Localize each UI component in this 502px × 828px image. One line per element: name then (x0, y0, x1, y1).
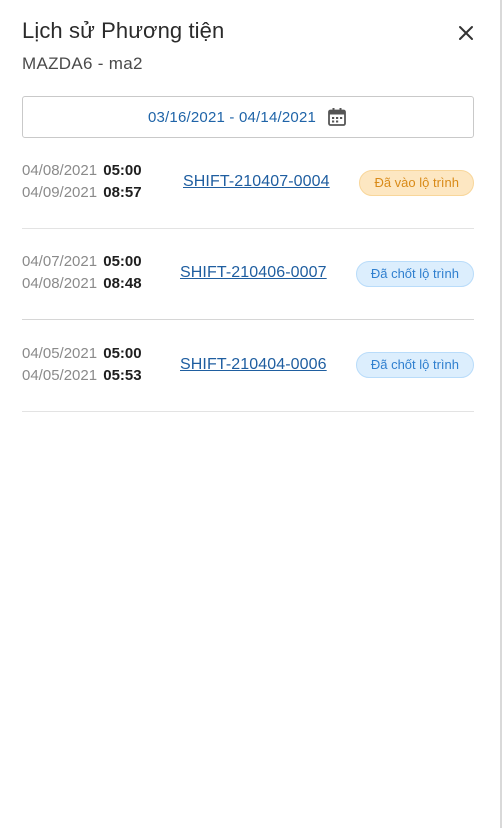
close-button[interactable] (455, 22, 477, 44)
end-time: 05:53 (103, 367, 142, 384)
start-time: 05:00 (103, 253, 142, 270)
start-date: 04/05/2021 (22, 345, 98, 362)
status-badge: Đã chốt lộ trình (355, 261, 474, 287)
page-title: Lịch sử Phương tiện (22, 18, 225, 43)
list-item: 04/07/2021 05:00 04/08/2021 08:48 SHIFT-… (22, 229, 474, 320)
list-item: 04/05/2021 05:00 04/05/2021 05:53 SHIFT-… (22, 320, 474, 412)
calendar-icon[interactable] (326, 106, 348, 128)
end-date: 04/05/2021 (22, 367, 98, 384)
close-icon (459, 26, 473, 40)
list-item: 04/08/2021 05:00 04/09/2021 08:57 SHIFT-… (22, 137, 474, 229)
shift-link[interactable]: SHIFT-210407-0004 (183, 173, 330, 191)
status-badge: Đã chốt lộ trình (355, 352, 474, 378)
time-range: 04/05/2021 05:00 04/05/2021 05:53 (22, 343, 142, 387)
start-date: 04/08/2021 (22, 162, 98, 179)
vehicle-history-panel: Lịch sử Phương tiện MAZDA6 - ma2 03/16/2… (0, 0, 502, 828)
date-range-value: 03/16/2021 - 04/14/2021 (147, 108, 317, 126)
vehicle-subtitle: MAZDA6 - ma2 (22, 54, 143, 73)
shift-link[interactable]: SHIFT-210404-0006 (180, 356, 327, 374)
start-date: 04/07/2021 (22, 253, 98, 270)
end-time: 08:48 (103, 275, 142, 292)
time-range: 04/07/2021 05:00 04/08/2021 08:48 (22, 251, 142, 295)
end-date: 04/09/2021 (22, 184, 98, 201)
time-range: 04/08/2021 05:00 04/09/2021 08:57 (22, 160, 142, 204)
end-time: 08:57 (103, 184, 142, 201)
end-date: 04/08/2021 (22, 275, 98, 292)
start-time: 05:00 (103, 162, 142, 179)
status-badge: Đã vào lộ trình (359, 170, 474, 196)
start-time: 05:00 (103, 345, 142, 362)
shift-link[interactable]: SHIFT-210406-0007 (180, 264, 327, 282)
date-range-picker[interactable]: 03/16/2021 - 04/14/2021 (22, 96, 474, 138)
divider (22, 411, 474, 412)
